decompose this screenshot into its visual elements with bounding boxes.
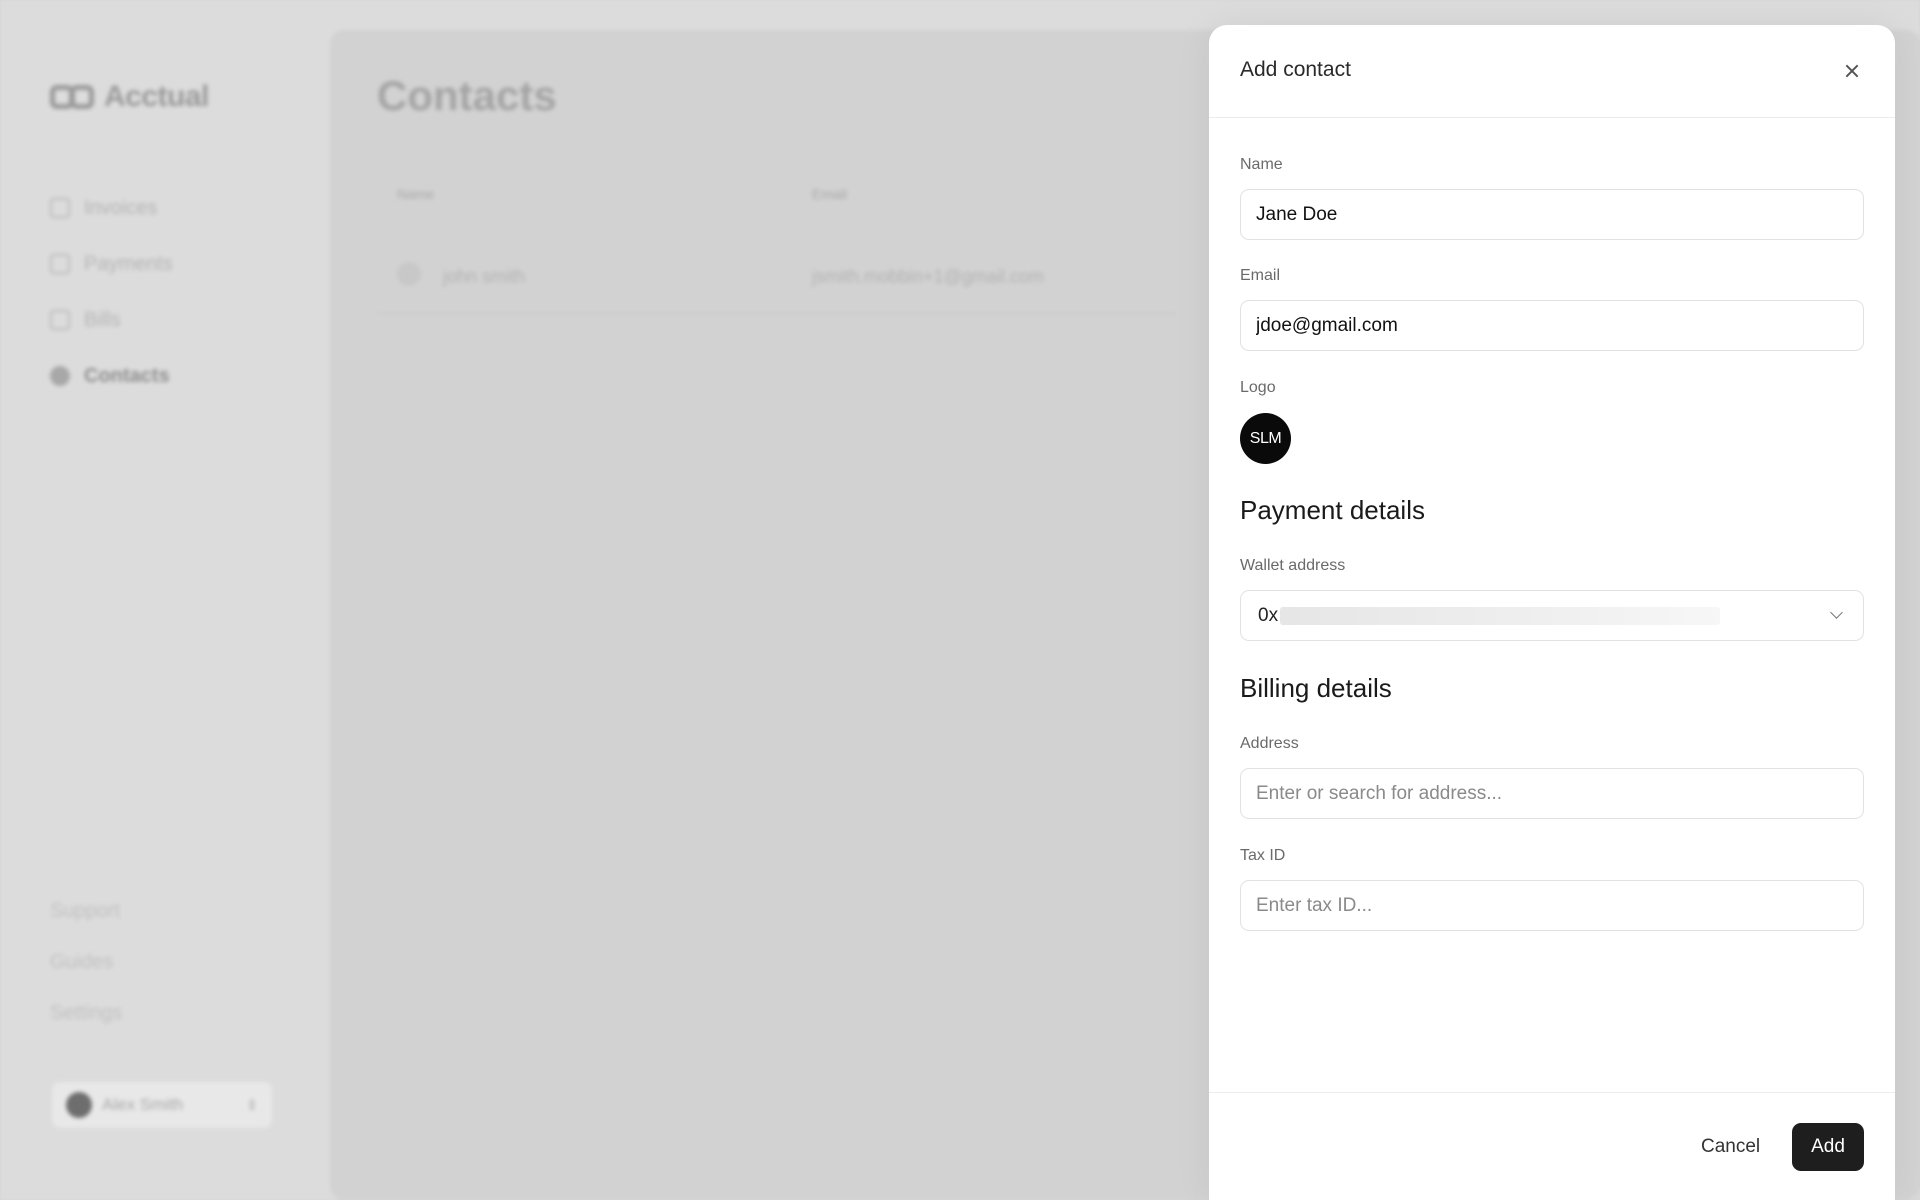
invoice-icon xyxy=(50,198,70,218)
sidebar-item-bills[interactable]: Bills xyxy=(50,292,173,348)
logo-label: Logo xyxy=(1240,379,1276,396)
drawer-title: Add contact xyxy=(1240,58,1351,81)
contact-avatar-icon xyxy=(397,262,421,286)
cancel-button[interactable]: Cancel xyxy=(1689,1123,1772,1171)
email-input[interactable] xyxy=(1240,300,1864,351)
chevron-down-icon xyxy=(1830,606,1843,619)
brand-logo[interactable]: Acctual xyxy=(50,80,209,114)
contact-email: jsmith.mobbin+1@gmail.com xyxy=(812,266,1044,287)
wallet-address-label: Wallet address xyxy=(1240,557,1346,574)
drawer-header: Add contact xyxy=(1209,25,1895,118)
sidebar-item-label: Invoices xyxy=(84,196,158,219)
payment-details-heading: Payment details xyxy=(1240,495,1425,525)
sidebar-item-payments[interactable]: Payments xyxy=(50,236,173,292)
user-name: Alex Smith xyxy=(102,1095,184,1114)
tax-id-label: Tax ID xyxy=(1240,847,1286,864)
email-label: Email xyxy=(1240,267,1281,284)
sidebar-item-label: Payments xyxy=(84,252,173,275)
contacts-icon xyxy=(50,366,70,386)
brand-name: Acctual xyxy=(104,80,209,113)
sidebar-item-contacts[interactable]: Contacts xyxy=(50,348,173,404)
sidebar-nav: Invoices Payments Bills Contacts xyxy=(50,180,173,404)
user-switcher[interactable]: Alex Smith ⇕ xyxy=(52,1082,272,1128)
close-button[interactable] xyxy=(1839,58,1865,84)
table-row[interactable]: john smith jsmith.mobbin+1@gmail.com xyxy=(377,238,1177,314)
sidebar-footer-links: Support Guides Settings xyxy=(50,900,122,1053)
billing-details-heading: Billing details xyxy=(1240,673,1392,703)
sidebar: Acctual Invoices Payments Bills Contacts… xyxy=(0,0,330,1200)
payments-icon xyxy=(50,254,70,274)
page-title: Contacts xyxy=(377,72,557,119)
column-header-name: Name xyxy=(397,186,435,202)
chevron-updown-icon: ⇕ xyxy=(246,1096,258,1113)
sidebar-item-label: Bills xyxy=(84,308,121,331)
wallet-address-select[interactable]: 0x xyxy=(1240,590,1864,641)
contact-name: john smith xyxy=(443,266,526,287)
logo-upload[interactable]: SLM xyxy=(1240,413,1291,464)
name-label: Name xyxy=(1240,156,1283,173)
tax-id-input[interactable] xyxy=(1240,880,1864,931)
column-header-email: Email xyxy=(812,186,848,202)
brand-mark-icon xyxy=(50,84,96,110)
wallet-address-redacted xyxy=(1280,606,1721,625)
support-link[interactable]: Support xyxy=(50,900,122,951)
bills-icon xyxy=(50,310,70,330)
address-label: Address xyxy=(1240,735,1299,752)
settings-link[interactable]: Settings xyxy=(50,1002,122,1053)
name-input[interactable] xyxy=(1240,189,1864,240)
drawer-footer: Cancel Add xyxy=(1209,1092,1895,1200)
sidebar-item-label: Contacts xyxy=(84,364,170,387)
wallet-address-value: 0x xyxy=(1258,604,1279,626)
add-button[interactable]: Add xyxy=(1792,1123,1864,1171)
address-input[interactable] xyxy=(1240,768,1864,819)
sidebar-item-invoices[interactable]: Invoices xyxy=(50,180,173,236)
add-contact-drawer: Add contact Name Email Logo SLM Payment … xyxy=(1209,25,1895,1200)
avatar xyxy=(66,1092,92,1118)
guides-link[interactable]: Guides xyxy=(50,951,122,1002)
